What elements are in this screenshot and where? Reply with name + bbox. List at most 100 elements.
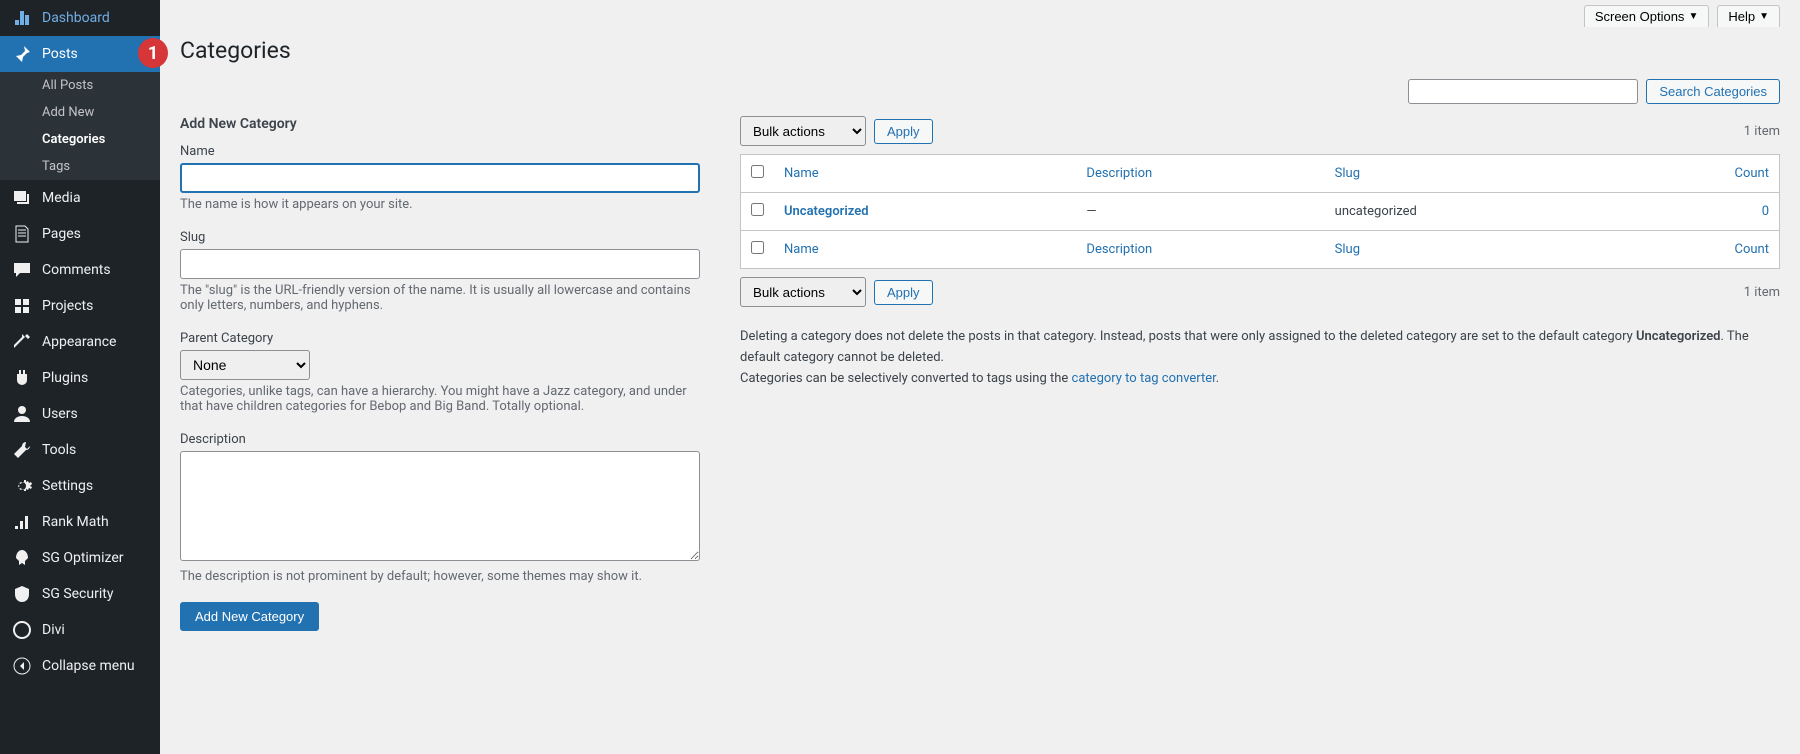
sidebar-label: Comments bbox=[42, 262, 111, 278]
badge-1: 1 bbox=[138, 38, 168, 68]
add-category-button[interactable]: Add New Category bbox=[180, 602, 319, 631]
sidebar-label: Divi bbox=[42, 622, 65, 638]
slug-input[interactable] bbox=[180, 249, 700, 279]
col-slug-header[interactable]: Slug bbox=[1335, 166, 1360, 181]
sidebar-item-appearance[interactable]: Appearance bbox=[0, 324, 160, 360]
col-desc-footer[interactable]: Description bbox=[1086, 242, 1152, 257]
col-count-header[interactable]: Count bbox=[1735, 166, 1769, 181]
sidebar-item-dashboard[interactable]: Dashboard bbox=[0, 0, 160, 36]
select-all-bottom[interactable] bbox=[751, 241, 764, 254]
posts-submenu: All Posts Add New Categories Tags bbox=[0, 72, 160, 180]
apply-button-top[interactable]: Apply bbox=[874, 119, 933, 144]
default-category-name: Uncategorized bbox=[1636, 329, 1721, 344]
sidebar-item-plugins[interactable]: Plugins bbox=[0, 360, 160, 396]
sidebar-label: Rank Math bbox=[42, 514, 109, 530]
description-label: Description bbox=[180, 432, 700, 447]
sidebar-label: Appearance bbox=[42, 334, 116, 350]
collapse-icon bbox=[12, 656, 32, 676]
bulk-actions-select-top[interactable]: Bulk actions bbox=[740, 116, 866, 146]
divi-icon bbox=[12, 620, 32, 640]
sidebar-label: Plugins bbox=[42, 370, 88, 386]
main-content: Screen Options ▼ Help ▼ Categories Searc… bbox=[160, 0, 1800, 754]
tag-converter-link[interactable]: category to tag converter bbox=[1072, 371, 1216, 386]
parent-select[interactable]: None bbox=[180, 350, 310, 380]
search-categories-button[interactable]: Search Categories bbox=[1646, 79, 1780, 104]
name-help: The name is how it appears on your site. bbox=[180, 197, 700, 212]
pages-icon bbox=[12, 224, 32, 244]
description-textarea[interactable] bbox=[180, 451, 700, 561]
sidebar-label: SG Security bbox=[42, 586, 113, 602]
item-count-bottom: 1 item bbox=[1744, 285, 1780, 300]
dashboard-icon bbox=[12, 8, 32, 28]
categories-table: Name Description Slug Count Uncategorize… bbox=[740, 154, 1780, 269]
col-desc-header[interactable]: Description bbox=[1086, 166, 1152, 181]
top-bar: Screen Options ▼ Help ▼ bbox=[160, 0, 1800, 27]
comments-icon bbox=[12, 260, 32, 280]
help-button[interactable]: Help ▼ bbox=[1717, 5, 1780, 27]
col-slug-footer[interactable]: Slug bbox=[1335, 242, 1360, 257]
sidebar-item-posts[interactable]: Posts 1 bbox=[0, 36, 160, 72]
parent-help: Categories, unlike tags, can have a hier… bbox=[180, 384, 700, 414]
sidebar-item-comments[interactable]: Comments bbox=[0, 252, 160, 288]
sidebar-item-tools[interactable]: Tools bbox=[0, 432, 160, 468]
sidebar-item-sg-optimizer[interactable]: SG Optimizer bbox=[0, 540, 160, 576]
row-checkbox[interactable] bbox=[751, 203, 764, 216]
select-all-top[interactable] bbox=[751, 165, 764, 178]
notes: Deleting a category does not delete the … bbox=[740, 327, 1780, 389]
admin-sidebar: Dashboard Posts 1 All Posts Add New Cate… bbox=[0, 0, 160, 754]
media-icon bbox=[12, 188, 32, 208]
sidebar-label: Dashboard bbox=[42, 10, 110, 26]
submenu-all-posts[interactable]: All Posts bbox=[0, 72, 160, 99]
col-count-footer[interactable]: Count bbox=[1735, 242, 1769, 257]
page-title: Categories bbox=[180, 37, 1780, 64]
projects-icon bbox=[12, 296, 32, 316]
sidebar-label: Media bbox=[42, 190, 81, 206]
rocket-icon bbox=[12, 548, 32, 568]
sidebar-label: Pages bbox=[42, 226, 81, 242]
slug-label: Slug bbox=[180, 230, 700, 245]
name-label: Name bbox=[180, 144, 700, 159]
col-name-header[interactable]: Name bbox=[784, 166, 819, 181]
appearance-icon bbox=[12, 332, 32, 352]
screen-options-button[interactable]: Screen Options ▼ bbox=[1584, 5, 1710, 27]
row-count-link[interactable]: 0 bbox=[1762, 204, 1769, 219]
submenu-categories[interactable]: Categories bbox=[0, 126, 160, 153]
sidebar-label: Settings bbox=[42, 478, 93, 494]
table-row: Uncategorized — uncategorized 0 bbox=[741, 193, 1780, 231]
slug-help: The "slug" is the URL-friendly version o… bbox=[180, 283, 700, 313]
shield-icon bbox=[12, 584, 32, 604]
settings-icon bbox=[12, 476, 32, 496]
description-help: The description is not prominent by defa… bbox=[180, 569, 700, 584]
form-heading: Add New Category bbox=[180, 116, 700, 132]
row-name-link[interactable]: Uncategorized bbox=[784, 204, 869, 219]
sidebar-item-divi[interactable]: Divi bbox=[0, 612, 160, 648]
sidebar-item-collapse[interactable]: Collapse menu bbox=[0, 648, 160, 684]
rank-math-icon bbox=[12, 512, 32, 532]
sidebar-label: SG Optimizer bbox=[42, 550, 123, 566]
submenu-add-new[interactable]: Add New bbox=[0, 99, 160, 126]
chevron-down-icon: ▼ bbox=[1688, 11, 1698, 22]
sidebar-item-media[interactable]: Media bbox=[0, 180, 160, 216]
sidebar-item-pages[interactable]: Pages bbox=[0, 216, 160, 252]
categories-table-area: Bulk actions Apply 1 item Name Descripti… bbox=[740, 116, 1780, 631]
item-count-top: 1 item bbox=[1744, 124, 1780, 139]
sidebar-item-projects[interactable]: Projects bbox=[0, 288, 160, 324]
bulk-actions-select-bottom[interactable]: Bulk actions bbox=[740, 277, 866, 307]
sidebar-item-sg-security[interactable]: SG Security bbox=[0, 576, 160, 612]
apply-button-bottom[interactable]: Apply bbox=[874, 280, 933, 305]
sidebar-item-settings[interactable]: Settings bbox=[0, 468, 160, 504]
sidebar-label: Posts bbox=[42, 46, 78, 62]
sidebar-label: Tools bbox=[42, 442, 76, 458]
chevron-down-icon: ▼ bbox=[1759, 11, 1769, 22]
row-slug: uncategorized bbox=[1325, 193, 1621, 231]
plugins-icon bbox=[12, 368, 32, 388]
sidebar-item-users[interactable]: Users bbox=[0, 396, 160, 432]
submenu-tags[interactable]: Tags bbox=[0, 153, 160, 180]
sidebar-label: Collapse menu bbox=[42, 658, 135, 674]
row-desc: — bbox=[1076, 193, 1324, 231]
add-category-form: Add New Category Name The name is how it… bbox=[180, 116, 700, 631]
col-name-footer[interactable]: Name bbox=[784, 242, 819, 257]
search-input[interactable] bbox=[1408, 79, 1638, 104]
sidebar-item-rank-math[interactable]: Rank Math bbox=[0, 504, 160, 540]
name-input[interactable] bbox=[180, 163, 700, 193]
